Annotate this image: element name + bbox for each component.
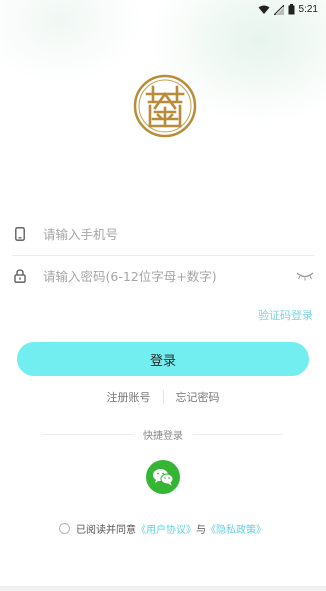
phone-divider <box>12 255 314 256</box>
link-separator <box>162 390 164 404</box>
wechat-login-button[interactable] <box>146 460 180 494</box>
sms-login-link[interactable]: 验证码登录 <box>258 307 313 323</box>
password-input[interactable] <box>41 267 296 285</box>
wifi-icon <box>258 5 270 14</box>
account-links: 注册账号 忘记密码 <box>0 389 326 405</box>
phone-icon <box>12 226 28 242</box>
phone-input[interactable] <box>41 225 314 243</box>
divider-line-left <box>43 434 133 435</box>
agreement-conjunction: 与 <box>196 525 206 536</box>
password-row <box>12 258 314 294</box>
user-agreement-link[interactable]: 《用户协议》 <box>136 521 196 536</box>
privacy-policy-link[interactable]: 《隐私政策》 <box>206 521 266 536</box>
app-logo <box>133 74 197 138</box>
divider-line-right <box>193 434 283 435</box>
lock-icon <box>12 268 28 284</box>
status-bar: 5:21 <box>0 0 326 22</box>
agreement-radio[interactable] <box>59 523 70 534</box>
phone-row <box>12 216 314 252</box>
bottom-bar <box>0 586 326 591</box>
status-time: 5:21 <box>298 4 318 15</box>
signal-icon <box>273 4 284 15</box>
agreement-row: 已阅读并同意 《用户协议》 与 《隐私政策》 <box>59 521 266 536</box>
login-button[interactable]: 登录 <box>17 342 309 376</box>
status-icons: 5:21 <box>258 4 318 15</box>
quick-login-divider: 快捷登录 <box>43 427 283 442</box>
eye-closed-icon[interactable] <box>296 271 314 281</box>
battery-icon <box>288 4 295 15</box>
forgot-password-link[interactable]: 忘记密码 <box>176 389 220 405</box>
agreement-prefix: 已阅读并同意 <box>76 525 136 536</box>
register-link[interactable]: 注册账号 <box>107 389 151 405</box>
wechat-icon <box>153 469 174 486</box>
seal-logo-icon <box>133 74 197 138</box>
quick-login-label: 快捷登录 <box>143 431 183 442</box>
